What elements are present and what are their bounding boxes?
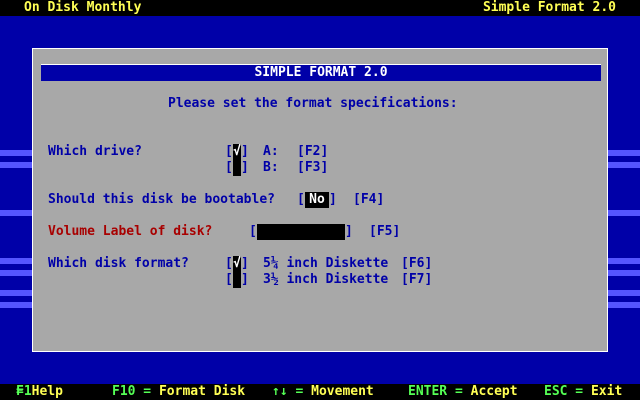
bracket-close: ] [241, 272, 249, 287]
hotkey-desc: Format Disk [158, 384, 246, 399]
decor-stripe [0, 210, 32, 216]
bracket-open: [ [225, 256, 233, 271]
format-label: Which disk format? [48, 256, 189, 271]
dialog-title: SIMPLE FORMAT 2.0 [41, 64, 601, 81]
bracket-open: [ [297, 192, 305, 207]
bootable-key: [F4] [353, 192, 385, 207]
decor-stripe [608, 162, 640, 168]
bracket-close: ] [241, 160, 249, 175]
hotkey-sep: = [135, 384, 159, 399]
drive-label: Which drive? [48, 144, 142, 159]
format-35-checkbox[interactable] [233, 272, 241, 288]
bootable-toggle[interactable]: No [305, 192, 329, 208]
drive-a-key: [F2] [297, 144, 329, 159]
drive-b-key: [F3] [297, 160, 329, 175]
bootable-label: Should this disk be bootable? [48, 192, 275, 207]
hotkey-desc: Help [31, 384, 63, 399]
bracket-close: ] [241, 256, 249, 271]
hotkey-key: ESC [544, 384, 568, 399]
hotkey-sep: = [447, 384, 471, 399]
hotkey-key: F10 [112, 384, 136, 399]
decor-stripe [608, 258, 640, 264]
bracket-open: [ [225, 144, 233, 159]
hotkey-format[interactable]: F10 = Format Disk [112, 384, 245, 400]
decor-stripe [608, 270, 640, 276]
drive-a-label: A: [263, 144, 279, 159]
hotkey-sep: = [567, 384, 591, 399]
decor-stripe [0, 270, 32, 276]
decor-stripe [0, 258, 32, 264]
hotkey-exit[interactable]: ESC = Exit [544, 384, 622, 400]
format-525-label: 5¼ inch Diskette [263, 256, 389, 271]
decor-stripe [0, 290, 32, 296]
decor-stripe [0, 150, 32, 156]
bracket-close: ] [329, 192, 337, 207]
decor-stripe [608, 150, 640, 156]
bracket-open: [ [225, 272, 233, 287]
bracket-open: [ [225, 160, 233, 175]
drive-a-checkbox[interactable]: √ [233, 144, 241, 160]
hotkey-movement[interactable]: ↑↓ = Movement [272, 384, 374, 400]
format-35-label: 3½ inch Diskette [263, 272, 389, 287]
bracket-close: ] [241, 144, 249, 159]
dialog-prompt: Please set the format specifications: [168, 96, 458, 111]
hotkey-desc: Movement [311, 384, 374, 399]
decor-stripe [608, 290, 640, 296]
decor-stripe [608, 302, 640, 308]
hotkey-desc: Accept [470, 384, 518, 399]
publisher-title: On Disk Monthly [24, 0, 142, 15]
decor-stripe [0, 162, 32, 168]
bracket-close: ] [345, 224, 353, 239]
format-525-checkbox[interactable]: √ [233, 256, 241, 272]
title-bar: On Disk Monthly Simple Format 2.0 [0, 0, 640, 16]
drive-b-checkbox[interactable] [233, 160, 241, 176]
format-525-key: [F6] [401, 256, 433, 271]
decor-stripe [0, 302, 32, 308]
app-title: Simple Format 2.0 [482, 0, 616, 15]
format-dialog: SIMPLE FORMAT 2.0 Please set the format … [32, 48, 608, 352]
hotkey-desc: Exit [590, 384, 623, 399]
volume-key: [F5] [369, 224, 401, 239]
hotkey-accept[interactable]: ENTER = Accept [408, 384, 518, 400]
drive-b-label: B: [263, 160, 279, 175]
volume-label-input[interactable] [257, 224, 345, 240]
bracket-open: [ [249, 224, 257, 239]
volume-label: Volume Label of disk? [48, 224, 213, 239]
decor-stripe [608, 210, 640, 216]
status-bar: F1 = Help F10 = Format Disk ↑↓ = Movemen… [0, 384, 640, 400]
hotkey-key: ENTER [408, 384, 448, 399]
hotkey-help[interactable]: F1 = Help [16, 384, 63, 400]
format-35-key: [F7] [401, 272, 433, 287]
hotkey-key: ↑↓ [272, 384, 288, 399]
hotkey-key: F1 [16, 384, 32, 399]
hotkey-sep: = [287, 384, 312, 399]
